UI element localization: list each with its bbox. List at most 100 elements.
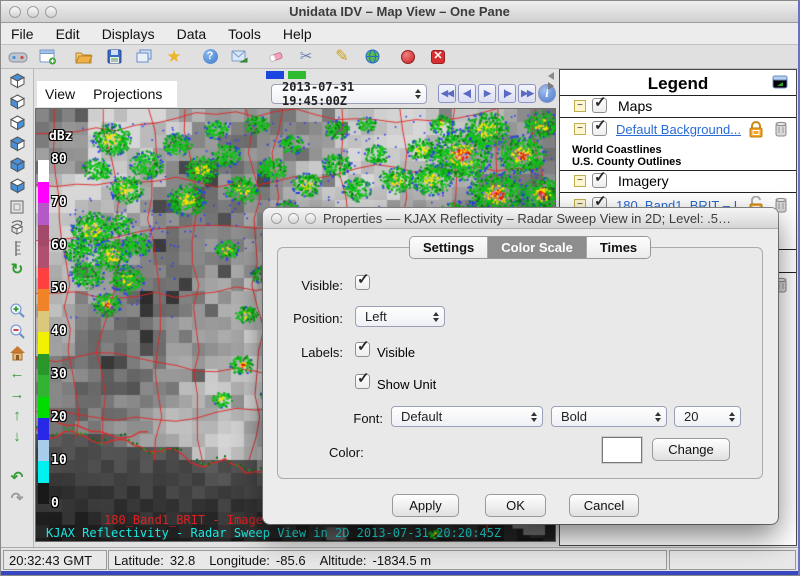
dialog-close-button[interactable] (271, 213, 282, 224)
color-swatch[interactable] (602, 437, 642, 463)
maps-visible-checkbox[interactable]: ✓ (592, 98, 607, 113)
copy-icon[interactable] (133, 47, 155, 67)
view-menu-bar: View Projections (37, 81, 177, 107)
time-selector[interactable]: 2013-07-31 19:45:00Z (271, 84, 427, 104)
labels-visible-checkbox[interactable]: ✓ (355, 342, 370, 357)
clock-readout: 20:32:43 GMT (3, 550, 107, 570)
collapse-imagery-button[interactable]: − (574, 175, 586, 187)
tab-settings[interactable]: Settings (410, 237, 487, 258)
font-name-dropdown[interactable]: Default (391, 406, 543, 427)
menu-displays[interactable]: Displays (102, 26, 155, 42)
stop-icon[interactable] (397, 47, 419, 67)
longitude-value: -85.6 (276, 553, 306, 568)
colorbar-segment (38, 182, 49, 204)
zoom-in-icon[interactable] (6, 300, 28, 321)
pan-down-icon[interactable]: ↓ (6, 426, 28, 447)
undo-icon[interactable]: ↶ (6, 467, 28, 488)
pan-up-icon[interactable]: ↑ (6, 405, 28, 426)
exit-icon[interactable]: ✕ (427, 47, 449, 67)
play-button[interactable]: ▶ (478, 84, 496, 103)
dialog-zoom-button[interactable] (305, 213, 316, 224)
menu-data[interactable]: Data (177, 26, 207, 42)
rotate-cube-icon[interactable] (6, 217, 28, 238)
checkmark-icon: ✓ (594, 116, 607, 134)
collapse-default-background-button[interactable]: − (574, 123, 586, 135)
home-icon[interactable] (6, 342, 28, 363)
menu-view[interactable]: View (45, 86, 75, 102)
collapse-left-icon[interactable] (548, 72, 554, 80)
cube-bottom-icon[interactable] (6, 175, 28, 196)
step-back-button[interactable]: ◀| (458, 84, 476, 103)
change-color-button[interactable]: Change (652, 438, 730, 461)
colorbar-segment (38, 440, 49, 462)
step-forward-button[interactable]: |▶ (498, 84, 516, 103)
edit-pencil-icon[interactable]: ✎ (331, 47, 353, 67)
colorbar-segment (38, 225, 49, 247)
position-label: Position: (277, 311, 343, 326)
lock-icon[interactable] (747, 120, 765, 143)
dialog-titlebar[interactable]: Properties –– KJAX Reflectivity – Radar … (263, 208, 778, 229)
new-window-icon[interactable] (37, 47, 59, 67)
dialog-minimize-button[interactable] (288, 213, 299, 224)
colorbar-segment (38, 289, 49, 311)
save-icon[interactable] (103, 47, 125, 67)
vertical-ruler-icon[interactable] (6, 238, 28, 259)
cube-left-icon[interactable] (6, 91, 28, 112)
pan-left-icon[interactable]: ← (6, 363, 28, 384)
tab-color-scale[interactable]: Color Scale (487, 237, 586, 258)
colorbar-tick: 50 (51, 281, 67, 296)
default-background-checkbox[interactable]: ✓ (592, 121, 607, 136)
favorite-star-icon[interactable]: ★ (163, 47, 185, 67)
collapse-maps-button[interactable]: − (574, 100, 586, 112)
trash-icon[interactable] (774, 120, 788, 142)
begin-button[interactable]: ◀◀ (438, 84, 456, 103)
open-folder-icon[interactable] (73, 47, 95, 67)
cube-right-icon[interactable] (6, 112, 28, 133)
position-dropdown[interactable]: Left (355, 306, 445, 327)
labels-label: Labels: (283, 345, 343, 360)
float-legend-icon[interactable] (772, 75, 788, 95)
reset-rotation-icon[interactable]: ↻ (6, 259, 28, 280)
font-style-dropdown[interactable]: Bold (551, 406, 667, 427)
default-background-link[interactable]: Default Background... (616, 122, 741, 137)
zoom-out-icon[interactable] (6, 321, 28, 342)
cut-icon[interactable]: ✂ (295, 47, 317, 67)
reflectivity-colorbar (38, 160, 49, 504)
legend-group-imagery: Imagery (618, 173, 669, 189)
colorbar-segment (38, 311, 49, 333)
apply-button[interactable]: Apply (392, 494, 459, 517)
imagery-visible-checkbox[interactable]: ✓ (592, 173, 607, 188)
ok-button[interactable]: OK (485, 494, 546, 517)
font-size-value: 20 (684, 409, 698, 424)
panel-splitter[interactable] (548, 72, 554, 90)
menu-edit[interactable]: Edit (56, 26, 80, 42)
globe-icon[interactable] (361, 47, 383, 67)
redo-icon[interactable]: ↷ (6, 488, 28, 509)
cube-solid-icon[interactable] (6, 154, 28, 175)
support-message-icon[interactable] (229, 47, 251, 67)
dashboard-icon[interactable] (7, 47, 29, 67)
font-size-dropdown[interactable]: 20 (674, 406, 741, 427)
cube-top-icon[interactable] (6, 70, 28, 91)
menu-file[interactable]: File (11, 26, 34, 42)
help-icon[interactable]: ? (199, 47, 221, 67)
menu-help[interactable]: Help (283, 26, 312, 42)
stepper-icon[interactable] (415, 89, 421, 99)
menu-tools[interactable]: Tools (228, 26, 261, 42)
visible-checkbox[interactable]: ✓ (355, 275, 370, 290)
dialog-tabs: SettingsColor ScaleTimes (409, 236, 651, 259)
cube-corner-icon[interactable] (6, 133, 28, 154)
colorbar-segment (38, 246, 49, 268)
eraser-icon[interactable] (265, 47, 287, 67)
box-outline-icon[interactable] (6, 196, 28, 217)
show-unit-checkbox[interactable]: ✓ (355, 374, 370, 389)
menu-projections[interactable]: Projections (93, 86, 162, 102)
collapse-right-icon[interactable] (548, 82, 554, 90)
colorbar-segment (38, 203, 49, 225)
status-extra-cell (669, 550, 796, 570)
cursor-position-readout: Latitude:32.8 Longitude:-85.6 Altitude:-… (108, 550, 667, 570)
pan-right-icon[interactable]: → (6, 384, 28, 405)
cancel-button[interactable]: Cancel (569, 494, 639, 517)
tab-times[interactable]: Times (586, 237, 650, 258)
end-button[interactable]: ▶▶ (518, 84, 536, 103)
